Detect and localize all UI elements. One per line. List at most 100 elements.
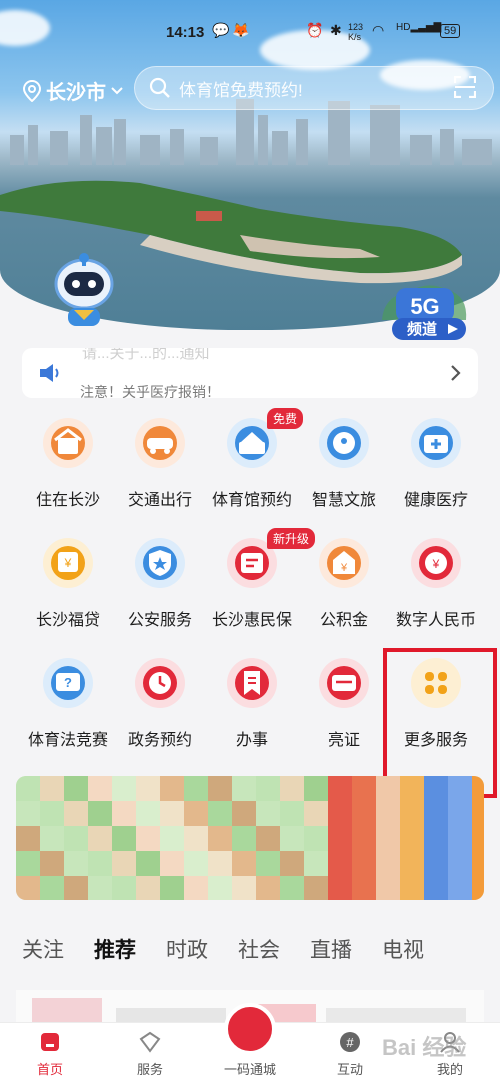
nav-item-hashtag[interactable]: # 互动	[310, 1029, 390, 1078]
robot-mascot-icon[interactable]	[48, 250, 120, 332]
banner-pixel	[400, 801, 424, 826]
house-icon	[43, 418, 93, 468]
service-item-card[interactable]: 亮证	[294, 658, 394, 750]
service-item-quiz[interactable]: ? 体育法竞赛	[18, 658, 118, 750]
5g-channel-badge[interactable]: 5G 频道	[378, 276, 470, 342]
banner-pixel	[16, 876, 40, 900]
service-label: 数字人民币	[395, 612, 476, 629]
service-item-car[interactable]: 交通出行	[110, 418, 210, 510]
nav-item-qr-code[interactable]: 一码通城	[210, 1029, 290, 1078]
banner-pixel	[328, 776, 352, 801]
banner-pixel	[40, 851, 64, 876]
banner-pixel	[280, 801, 304, 826]
city-selector[interactable]: 长沙市	[22, 76, 124, 105]
banner-pixel	[16, 776, 40, 801]
banner-pixel	[136, 801, 160, 826]
notice-text: 注意！关乎医疗报销！	[80, 384, 220, 398]
card-icon	[319, 658, 369, 708]
banner-pixel	[184, 826, 208, 851]
banner-pixel	[160, 776, 184, 801]
police-shield-icon	[135, 538, 185, 588]
status-bar: 14:13 💬 🦊 ⏰ ✱ 123 K/s ◠ HD▂▃▅▇ 59	[0, 0, 500, 64]
service-item-digital-yuan[interactable]: ¥ 数字人民币	[386, 538, 486, 630]
service-label: 公安服务	[127, 612, 192, 629]
tab-关注[interactable]: 关注	[22, 934, 64, 964]
nav-label: 服务	[136, 1062, 163, 1077]
tab-推荐[interactable]: 推荐	[94, 934, 136, 964]
banner-pixel	[232, 776, 256, 801]
bluetooth-icon: ✱	[330, 22, 342, 38]
banner-pixel	[208, 776, 232, 801]
notice-bar[interactable]: 请...关于...的...通知 注意！关乎医疗报销！	[22, 348, 478, 398]
tab-时政[interactable]: 时政	[166, 934, 208, 964]
banner-pixel	[88, 851, 112, 876]
nav-label: 互动	[336, 1062, 363, 1077]
tab-社会[interactable]: 社会	[238, 934, 280, 964]
banner-pixel	[448, 826, 472, 851]
banner-pixel	[232, 876, 256, 900]
service-item-insurance[interactable]: 新升级 长沙惠民保	[202, 528, 316, 630]
banner-pixel	[232, 801, 256, 826]
banner-pixel	[40, 776, 64, 801]
hashtag-icon: #	[337, 1029, 363, 1055]
banner-pixel	[472, 801, 484, 826]
banner-pixel	[424, 826, 448, 851]
tab-直播[interactable]: 直播	[310, 934, 352, 964]
banner-pixel	[280, 851, 304, 876]
service-label: 智慧文旅	[311, 492, 376, 509]
speaker-icon	[40, 364, 59, 382]
banner-pixel	[328, 876, 352, 900]
service-item-travel[interactable]: 智慧文旅	[294, 418, 394, 510]
svg-text:¥: ¥	[432, 557, 440, 571]
banner-pixel	[184, 776, 208, 801]
service-label: 住在长沙	[35, 492, 100, 509]
tab-电视[interactable]: 电视	[382, 934, 424, 964]
alarm-icon: ⏰	[306, 22, 324, 38]
service-item-medical-kit[interactable]: 健康医疗	[386, 418, 486, 510]
banner-pixel	[328, 826, 352, 851]
notice-previous-text: 请...关于...的...通知	[82, 348, 210, 362]
svg-text:¥: ¥	[64, 556, 72, 570]
banner-pixel	[88, 826, 112, 851]
search-bar[interactable]: 体育馆免费预约!	[134, 66, 494, 110]
service-label: 政务预约	[127, 732, 192, 749]
service-item-police-shield[interactable]: 公安服务	[110, 538, 210, 630]
banner-pixel	[256, 801, 280, 826]
banner-pixel	[376, 801, 400, 826]
service-item-bookmark[interactable]: 办事	[202, 658, 302, 750]
scan-icon[interactable]	[454, 76, 476, 98]
app-notification-icon: 🦊	[232, 22, 250, 38]
banner-pixel	[280, 826, 304, 851]
promo-banner[interactable]	[16, 776, 484, 900]
banner-pixel	[400, 876, 424, 900]
banner-pixel	[208, 876, 232, 900]
service-item-clock[interactable]: 政务预约	[110, 658, 210, 750]
wifi-icon: ◠	[372, 22, 385, 38]
banner-pixel	[448, 776, 472, 801]
banner-pixel	[472, 826, 484, 851]
service-item-fund[interactable]: ¥ 公积金	[294, 538, 394, 630]
5g-badge-text: 5G	[410, 294, 439, 319]
signal-icon: HD▂▃▅▇	[396, 22, 442, 33]
banner-pixel	[472, 876, 484, 900]
banner-pixel	[376, 826, 400, 851]
banner-pixel	[16, 801, 40, 826]
banner-pixel	[304, 851, 328, 876]
banner-pixel	[88, 776, 112, 801]
banner-pixel	[184, 876, 208, 900]
banner-pixel	[184, 801, 208, 826]
service-item-stadium[interactable]: 免费 体育馆预约	[202, 408, 304, 510]
nav-item-home[interactable]: 首页	[10, 1029, 90, 1078]
chevron-right-icon	[451, 365, 461, 381]
banner-pixel	[352, 801, 376, 826]
nav-item-service[interactable]: 服务	[110, 1029, 190, 1078]
service-label: 交通出行	[127, 492, 192, 509]
search-placeholder: 体育馆免费预约!	[179, 80, 303, 100]
banner-pixel	[16, 851, 40, 876]
banner-pixel	[232, 826, 256, 851]
service-item-house[interactable]: 住在长沙	[18, 418, 118, 510]
banner-pixel	[136, 776, 160, 801]
banner-pixel	[472, 851, 484, 876]
banner-pixel	[352, 776, 376, 801]
service-item-loan[interactable]: ¥ 长沙福贷	[18, 538, 118, 630]
